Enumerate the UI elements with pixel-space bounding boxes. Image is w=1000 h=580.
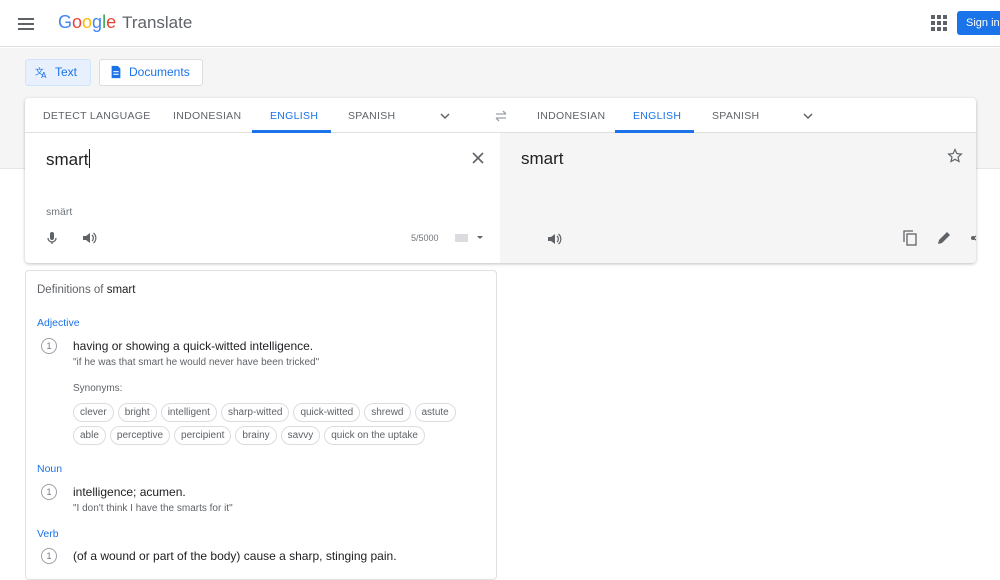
synonym-chip[interactable]: bright — [117, 403, 157, 422]
language-bar: DETECT LANGUAGE INDONESIAN ENGLISH SPANI… — [25, 98, 976, 133]
definitions-title-prefix: Definitions of — [37, 284, 107, 296]
source-lang-indonesian[interactable]: INDONESIAN — [173, 110, 241, 122]
logo-letter: G — [58, 12, 73, 32]
target-more-languages-chevron-icon[interactable] — [802, 110, 814, 122]
menu-icon-bar — [18, 23, 34, 25]
save-translation-star-icon[interactable] — [947, 148, 963, 164]
synonym-chips: clever bright intelligent sharp-witted q… — [73, 403, 483, 445]
verb-gloss: (of a wound or part of the body) cause a… — [73, 549, 397, 563]
synonym-chip[interactable]: intelligent — [160, 403, 217, 422]
character-count: 5/5000 — [411, 233, 439, 243]
source-text-input[interactable]: smart — [46, 149, 90, 170]
translation-card: DETECT LANGUAGE INDONESIAN ENGLISH SPANI… — [25, 98, 976, 263]
source-more-languages-chevron-icon[interactable] — [439, 110, 451, 122]
copy-translation-icon[interactable] — [902, 230, 918, 246]
documents-mode-button[interactable]: Documents — [99, 59, 203, 86]
pos-verb: Verb — [37, 528, 59, 540]
source-lang-spanish[interactable]: SPANISH — [348, 110, 395, 122]
source-transliteration: smärt — [46, 206, 73, 218]
synonym-chip[interactable]: sharp-witted — [220, 403, 290, 422]
menu-icon-bar — [18, 28, 34, 30]
google-apps-icon[interactable] — [931, 15, 947, 31]
target-lang-english[interactable]: ENGLISH — [633, 110, 681, 122]
definition-number: 1 — [41, 484, 57, 500]
source-lang-english[interactable]: ENGLISH — [270, 110, 318, 122]
synonym-chip[interactable]: quick-witted — [293, 403, 361, 422]
adjective-gloss: having or showing a quick-witted intelli… — [73, 339, 314, 353]
definitions-title: Definitions of smart — [37, 284, 135, 296]
synonym-chip[interactable]: percipient — [174, 426, 232, 445]
source-lang-detect[interactable]: DETECT LANGUAGE — [43, 110, 151, 122]
logo-letter: o — [72, 12, 83, 32]
text-mode-label: Text — [55, 65, 78, 79]
svg-text:A: A — [41, 71, 47, 79]
synonym-chip[interactable]: shrewd — [364, 403, 411, 422]
definitions-panel: Definitions of smart Adjective 1 having … — [25, 270, 497, 580]
source-listen-speaker-icon[interactable] — [81, 230, 97, 246]
target-lang-spanish[interactable]: SPANISH — [712, 110, 759, 122]
synonym-chip[interactable]: quick on the uptake — [324, 426, 425, 445]
top-bar: Google Translate Sign in — [0, 0, 1000, 47]
translate-icon: 文 A — [35, 66, 47, 79]
logo-letter: g — [92, 12, 103, 32]
edit-translation-pencil-icon[interactable] — [936, 230, 952, 246]
synonym-chip[interactable]: savvy — [280, 426, 321, 445]
source-text: smart — [46, 150, 89, 169]
definition-number: 1 — [41, 338, 57, 354]
document-icon — [111, 65, 121, 79]
synonym-chip[interactable]: perceptive — [109, 426, 171, 445]
synonym-chip[interactable]: clever — [73, 403, 114, 422]
text-caret — [88, 149, 90, 168]
google-translate-logo[interactable]: Google Translate — [58, 12, 192, 33]
noun-gloss: intelligence; acumen. — [73, 485, 186, 499]
product-name: Translate — [122, 13, 193, 32]
synonym-chip[interactable]: brainy — [235, 426, 277, 445]
clear-source-close-icon[interactable] — [472, 152, 484, 164]
logo-letter: e — [106, 12, 117, 32]
pos-noun: Noun — [37, 463, 63, 475]
synonyms-label: Synonyms: — [73, 383, 123, 394]
logo-letter: o — [82, 12, 93, 32]
sign-in-button[interactable]: Sign in — [957, 11, 1000, 35]
input-tools-dropdown-icon[interactable] — [477, 236, 483, 239]
main-menu-button[interactable] — [14, 12, 38, 36]
synonym-chip[interactable]: astute — [414, 403, 456, 422]
noun-example: "I don't think I have the smarts for it" — [73, 503, 233, 514]
target-lang-indonesian[interactable]: INDONESIAN — [537, 110, 605, 122]
synonym-chip[interactable]: able — [73, 426, 106, 445]
share-icon[interactable] — [969, 230, 976, 246]
pos-adjective: Adjective — [37, 317, 80, 329]
keyboard-icon[interactable] — [455, 234, 468, 242]
documents-mode-label: Documents — [129, 65, 190, 79]
translated-text: smart — [521, 149, 564, 168]
definition-number: 1 — [41, 548, 57, 564]
target-pane: smart — [500, 133, 976, 263]
microphone-icon[interactable] — [44, 230, 60, 246]
source-pane: smart smärt 5/5000 — [25, 133, 500, 263]
swap-languages-icon[interactable] — [493, 108, 509, 124]
text-mode-button[interactable]: 文 A Text — [25, 59, 91, 86]
adjective-example: "if he was that smart he would never hav… — [73, 357, 320, 368]
definitions-word: smart — [106, 284, 136, 296]
target-listen-speaker-icon[interactable] — [546, 231, 562, 247]
menu-icon — [18, 18, 34, 20]
